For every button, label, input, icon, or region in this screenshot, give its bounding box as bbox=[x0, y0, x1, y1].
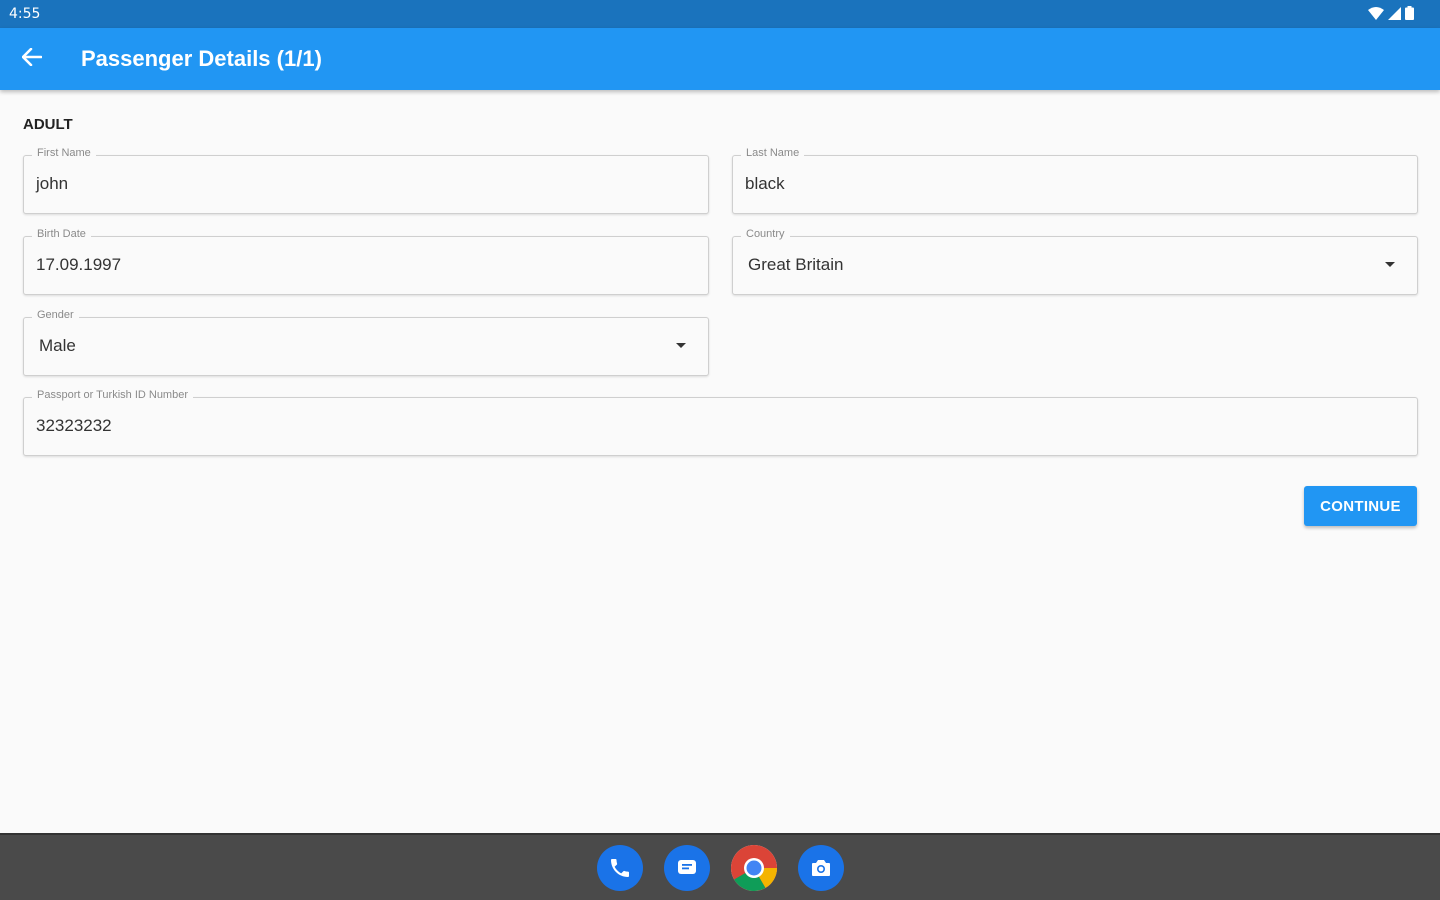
phone-icon[interactable] bbox=[597, 845, 643, 891]
status-bar: 4:55 bbox=[0, 0, 1440, 28]
passport-value: 32323232 bbox=[36, 416, 112, 435]
gender-select[interactable]: Gender Male bbox=[23, 309, 709, 376]
country-label: Country bbox=[741, 228, 790, 240]
dropdown-arrow-icon bbox=[676, 343, 686, 348]
messages-icon[interactable] bbox=[664, 845, 710, 891]
status-time: 4:55 bbox=[9, 6, 41, 22]
dropdown-arrow-icon bbox=[1385, 262, 1395, 267]
wifi-icon bbox=[1368, 6, 1384, 20]
country-value: Great Britain bbox=[748, 255, 844, 274]
section-title: ADULT bbox=[23, 116, 73, 133]
gender-value: Male bbox=[39, 336, 76, 355]
signal-icon bbox=[1388, 6, 1401, 20]
first-name-label: First Name bbox=[32, 147, 96, 159]
passport-label: Passport or Turkish ID Number bbox=[32, 389, 193, 401]
last-name-field[interactable]: Last Name black bbox=[732, 147, 1418, 214]
arrow-back-icon bbox=[21, 47, 43, 71]
nav-bar bbox=[0, 833, 1440, 900]
app-bar: Passenger Details (1/1) bbox=[0, 28, 1440, 90]
continue-button[interactable]: CONTINUE bbox=[1304, 486, 1417, 526]
birth-date-value: 17.09.1997 bbox=[36, 255, 122, 274]
first-name-field[interactable]: First Name john bbox=[23, 147, 709, 214]
gender-label: Gender bbox=[32, 309, 79, 321]
back-button[interactable] bbox=[16, 43, 48, 75]
passport-field[interactable]: Passport or Turkish ID Number 32323232 bbox=[23, 389, 1418, 456]
chrome-icon[interactable] bbox=[731, 845, 777, 891]
country-select[interactable]: Country Great Britain bbox=[732, 228, 1418, 295]
passenger-form: ADULT First Name john Last Name black Bi… bbox=[0, 90, 1440, 833]
status-icons bbox=[1368, 6, 1414, 20]
camera-icon[interactable] bbox=[798, 845, 844, 891]
last-name-label: Last Name bbox=[741, 147, 805, 159]
battery-icon bbox=[1405, 6, 1414, 20]
birth-date-field[interactable]: Birth Date 17.09.1997 bbox=[23, 228, 709, 295]
birth-date-label: Birth Date bbox=[32, 228, 91, 240]
page-title: Passenger Details (1/1) bbox=[81, 46, 322, 71]
first-name-value: john bbox=[36, 174, 69, 193]
last-name-value: black bbox=[745, 174, 785, 193]
